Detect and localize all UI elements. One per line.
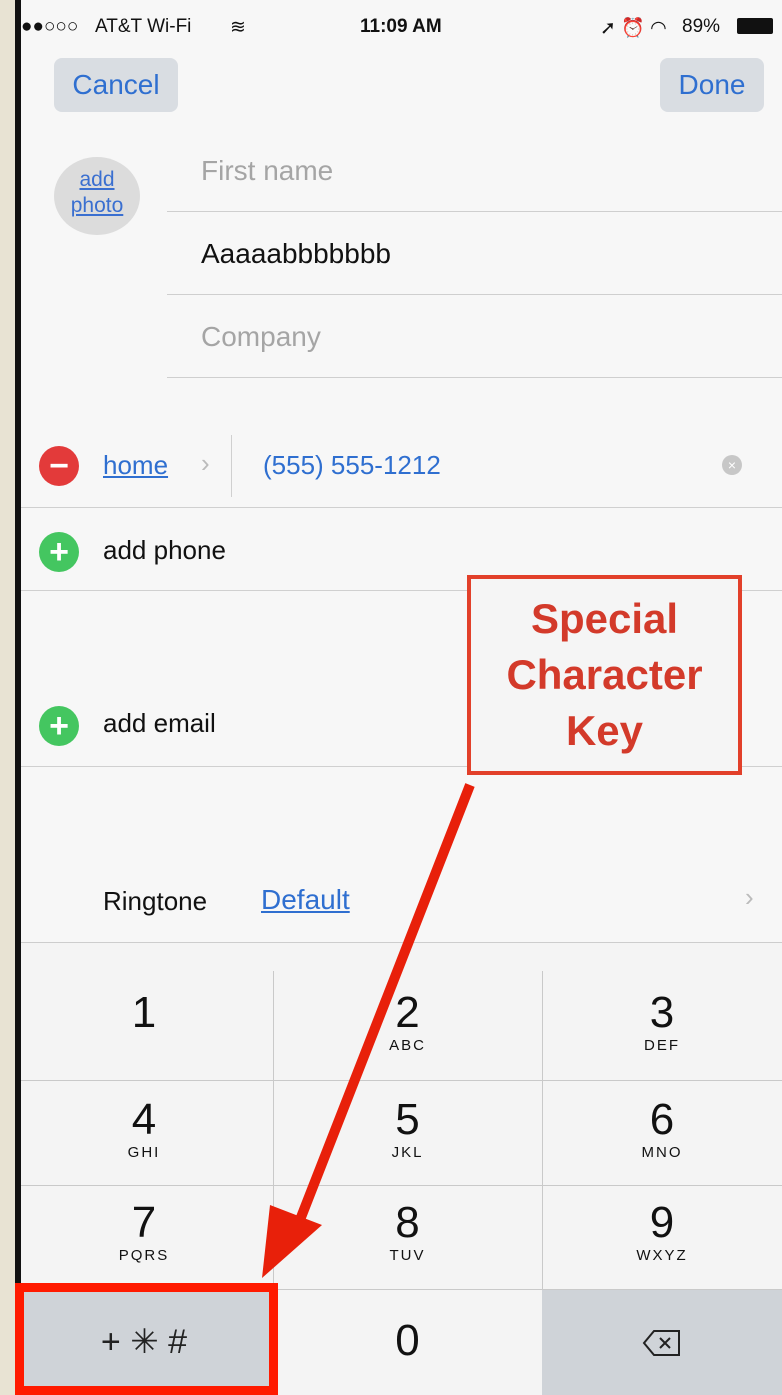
annotation-arrow (262, 783, 475, 1278)
